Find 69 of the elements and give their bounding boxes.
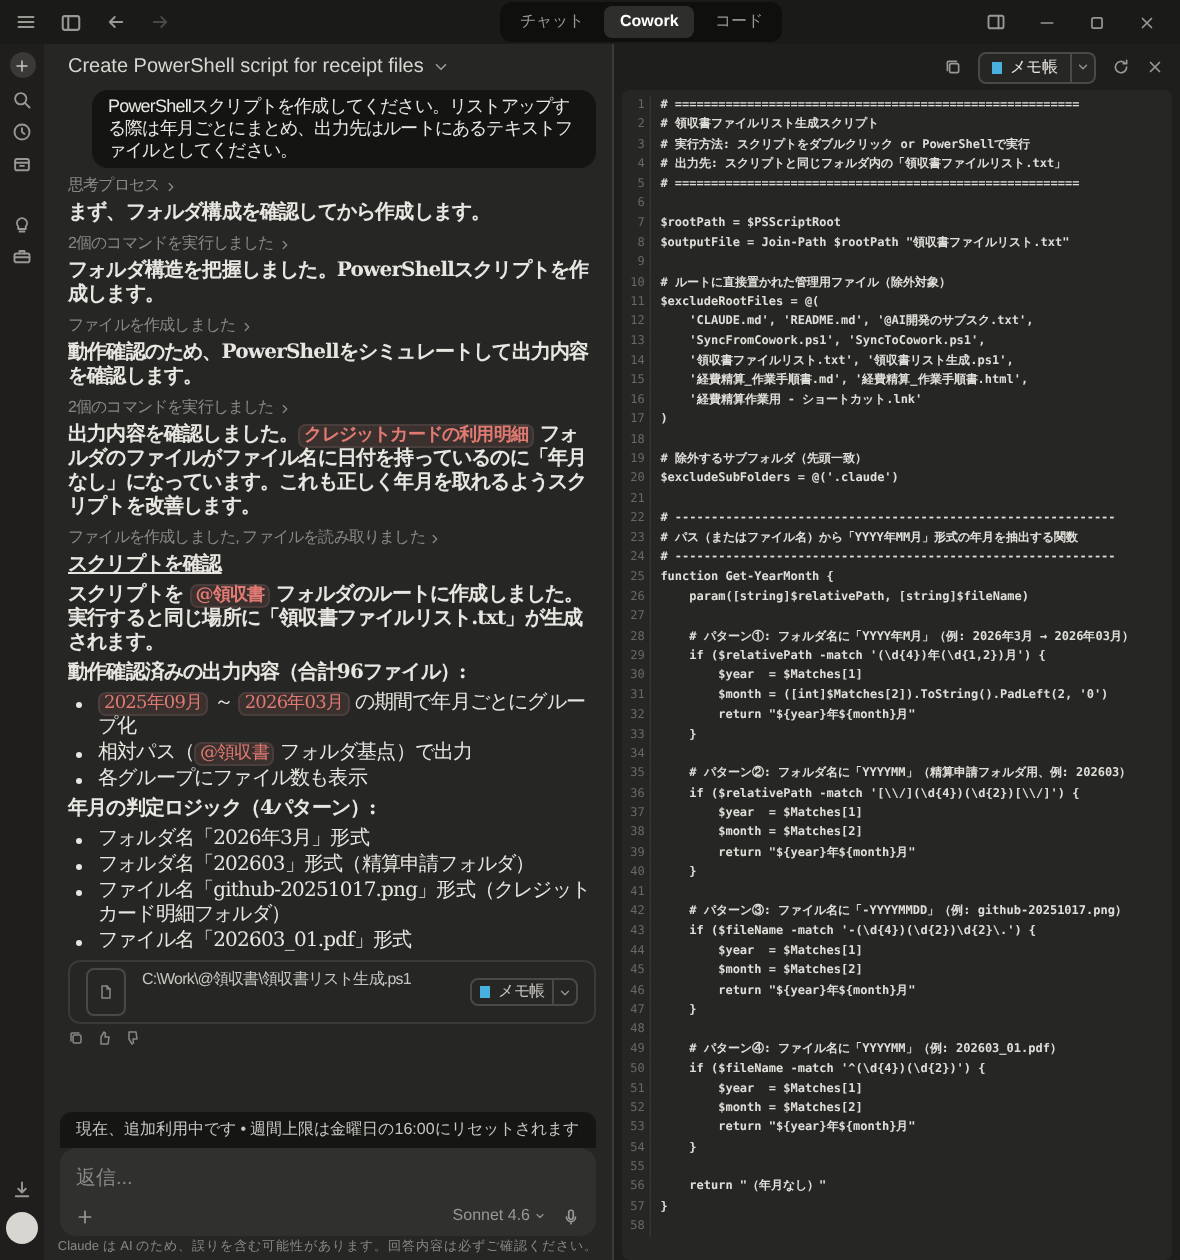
assistant-text: 出力内容を確認しました。 クレジットカードの利用明細 フォルダのファイルがファイル名に日付を持っているのに「年月なし」になっています。これも正しく年月を取れるようスクリプトを改善します。 [68,424,589,520]
briefcase-icon[interactable] [12,246,32,266]
thumbs-down-icon[interactable] [124,1030,140,1046]
file-path: C:\Work\@領収書\領収書リスト生成.ps1 [142,968,411,992]
chevron-right-icon[interactable] [163,179,178,193]
plus-icon [14,57,30,73]
notepad-icon [992,61,1002,73]
usage-notice: 現在、追加利用中です • 週間上限は金曜日の16:00にリセットされます [76,1118,579,1142]
conversation-title[interactable]: Create PowerShell script for receipt files [68,52,424,82]
section-heading: 動作確認済みの出力内容（合計96ファイル）: [68,662,468,686]
thumbs-up-icon[interactable] [96,1030,112,1046]
bullet-text: フォルダ名「202603」形式（精算申請フォルダ） [98,854,535,878]
refresh-icon[interactable] [1112,58,1130,76]
sidebar-toggle-icon[interactable] [60,11,82,33]
summary-text: スクリプトを @領収書 フォルダのルートに作成しました。実行すると同じ場所に「領収書ファイルリスト.txt」が生成されます。 [68,584,586,656]
copy-icon[interactable] [68,1030,84,1046]
search-icon[interactable] [12,90,32,110]
assistant-text: まず、フォルダ構成を確認してから作成します。 [68,202,493,226]
archive-box-icon[interactable] [12,154,32,174]
step-label[interactable]: 思考プロセス [68,176,160,196]
chevron-right-icon[interactable] [239,319,254,333]
user-message: PowerShellスクリプトを作成してください。リストアップする際は年月ごとにまとめ、出力先はルートにあるテキストファイルとしてください。 [92,90,596,168]
step-label[interactable]: ファイルを作成しました [68,316,236,336]
bullet-text: 相対パス（ @領収書 フォルダ基点）で出力 [98,742,473,766]
back-arrow-icon[interactable] [106,12,126,32]
mode-tab[interactable]: Cowork [604,6,695,38]
bullet-icon [76,838,82,844]
new-task-button[interactable] [9,52,35,78]
maximize-icon[interactable] [1088,13,1106,31]
bullet-icon [76,940,82,946]
bullet-icon [76,752,82,758]
notepad-icon [480,986,491,998]
bullet-text: 各グループにファイル数も表示 [98,768,367,792]
bullet-icon [76,778,82,784]
mode-tab[interactable]: チャット [504,6,600,38]
step-label[interactable]: ファイルを作成しました, ファイルを読み取りました [68,528,425,548]
panel-toggle-icon[interactable] [986,12,1006,32]
section-heading: 年月の判定ロジック（4パターン）: [68,798,378,822]
bullet-icon [76,702,82,708]
bullet-icon [76,864,82,870]
chevron-down-icon[interactable] [1076,60,1090,74]
step-label[interactable]: 2個のコマンドを実行しました [68,398,274,418]
lightbulb-icon[interactable] [12,214,32,234]
chevron-down-icon [534,1210,546,1222]
script-link[interactable]: スクリプトを確認 [68,554,222,578]
chevron-down-icon[interactable] [558,985,572,999]
plus-icon[interactable] [76,1207,94,1225]
chevron-right-icon[interactable] [277,401,292,415]
download-icon[interactable] [12,1180,32,1200]
step-label[interactable]: 2個のコマンドを実行しました [68,234,274,254]
chevron-down-icon[interactable] [431,58,450,76]
reply-field[interactable]: 返信... Sonnet 4.6 [60,1148,596,1236]
assistant-text: 動作確認のため、PowerShellをシミュレートして出力内容を確認します。 [68,342,591,390]
mode-tab[interactable]: コード [698,6,779,38]
user-avatar[interactable] [6,1212,38,1244]
chevron-right-icon[interactable] [277,237,292,251]
bullet-text: ファイル名「github-20251017.png」形式（クレジットカード明細フォルダ） [98,880,592,928]
microphone-icon[interactable] [562,1207,580,1225]
bullet-icon [76,890,82,896]
file-icon [98,984,114,1000]
assistant-text: フォルダ構造を把握しました。PowerShellスクリプトを作成します。 [68,260,591,308]
model-selector[interactable]: Sonnet 4.6 [452,1204,546,1228]
chevron-right-icon[interactable] [428,531,443,545]
bullet-text: フォルダ名「2026年3月」形式 [98,828,369,852]
bullet-text: 2025年09月 ～ 2026年03月 の期間で年月ごとにグループ化 [98,692,587,740]
menu-icon[interactable] [16,12,36,32]
copy-icon[interactable] [944,58,962,76]
bullet-text: ファイル名「202603_01.pdf」形式 [98,930,412,954]
clock-icon[interactable] [12,122,32,142]
